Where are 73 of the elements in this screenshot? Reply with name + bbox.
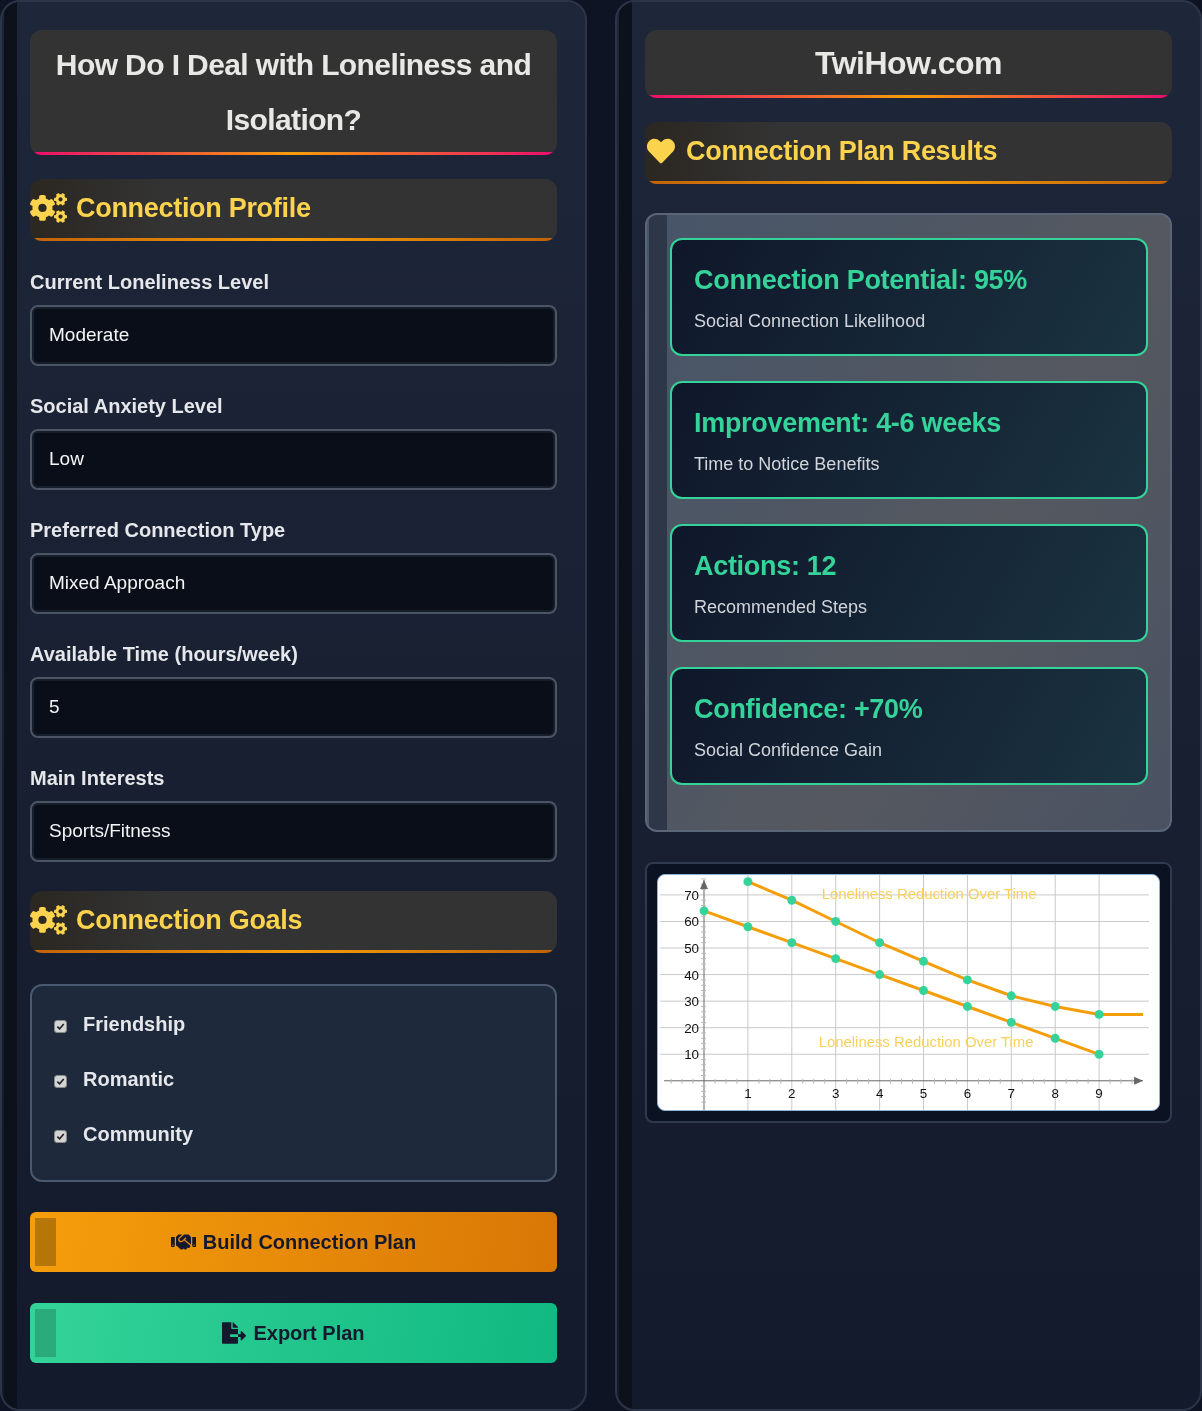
data-point xyxy=(962,1002,972,1011)
input-field[interactable]: Low xyxy=(30,429,557,490)
section-title: Connection Profile xyxy=(76,191,311,225)
section-title: Connection Goals xyxy=(76,903,303,937)
series-label: Loneliness Reduction Over Time xyxy=(821,885,1037,902)
data-point xyxy=(962,975,972,985)
data-point xyxy=(1050,1002,1060,1011)
gears-icon xyxy=(30,192,67,223)
result-value: Improvement: 4-6 weeks xyxy=(694,407,1003,440)
page-title: How Do I Deal with Loneliness and Isolation? xyxy=(54,47,533,138)
input-field[interactable]: 5 xyxy=(30,677,557,738)
result-caption: Social Confidence Gain xyxy=(694,739,884,762)
tick-label: 9 xyxy=(1095,1085,1103,1101)
data-point xyxy=(743,922,753,932)
input-field[interactable]: Mixed Approach xyxy=(30,553,557,614)
heart-icon xyxy=(645,136,677,165)
data-point xyxy=(1006,991,1016,1001)
tick-label: 20 xyxy=(684,1020,700,1036)
result-caption: Recommended Steps xyxy=(694,596,869,619)
action-button[interactable]: Build Connection Plan xyxy=(30,1212,557,1272)
result-caption: Social Connection Likelihood xyxy=(694,310,927,333)
input-field[interactable]: Sports/Fitness xyxy=(30,801,557,862)
file-export-icon xyxy=(222,1322,247,1344)
data-point xyxy=(875,938,885,948)
tick-label: 30 xyxy=(684,994,700,1010)
data-point xyxy=(875,970,885,980)
tick-label: 40 xyxy=(684,967,700,983)
tick-label: 10 xyxy=(684,1047,700,1063)
checkbox[interactable] xyxy=(54,1075,67,1088)
checkbox-label: Romantic xyxy=(83,1067,175,1092)
tick-label: 8 xyxy=(1051,1085,1059,1101)
field-label: Main Interests xyxy=(30,766,166,790)
checkbox-label: Community xyxy=(83,1122,193,1147)
data-point xyxy=(1094,1009,1104,1019)
data-point xyxy=(919,956,928,966)
field-label: Current Loneliness Level xyxy=(30,270,270,294)
checkbox[interactable] xyxy=(54,1020,67,1033)
series-label: Loneliness Reduction Over Time xyxy=(818,1033,1034,1050)
tick-label: 5 xyxy=(919,1085,928,1101)
data-point xyxy=(743,877,753,887)
data-point xyxy=(699,906,709,916)
checkbox-label: Friendship xyxy=(83,1012,186,1037)
field-label: Available Time (hours/week) xyxy=(30,642,299,666)
tick-label: 60 xyxy=(684,914,700,930)
data-point xyxy=(787,938,797,948)
checkbox[interactable] xyxy=(54,1130,67,1143)
tick-label: 4 xyxy=(875,1085,884,1101)
data-point xyxy=(787,895,797,905)
input-field[interactable]: Moderate xyxy=(30,305,557,366)
tick-label: 7 xyxy=(1007,1085,1016,1101)
tick-label: 1 xyxy=(744,1085,752,1101)
gears-icon xyxy=(30,904,67,935)
data-point xyxy=(831,954,841,964)
data-point xyxy=(1094,1049,1104,1059)
data-point xyxy=(831,917,841,926)
field-label: Social Anxiety Level xyxy=(30,394,224,418)
action-button[interactable]: Export Plan xyxy=(30,1303,557,1363)
tick-label: 70 xyxy=(684,887,700,903)
result-value: Actions: 12 xyxy=(694,550,838,583)
data-point xyxy=(1006,1017,1016,1027)
tick-label: 6 xyxy=(963,1085,972,1101)
section-title: Connection Plan Results xyxy=(686,134,998,168)
data-point xyxy=(1050,1033,1060,1043)
tick-label: 2 xyxy=(788,1085,796,1101)
site-title: TwiHow.com xyxy=(815,43,1002,83)
result-value: Confidence: +70% xyxy=(694,693,924,726)
tick-label: 3 xyxy=(832,1085,840,1101)
handshake-icon xyxy=(170,1232,196,1252)
field-label: Preferred Connection Type xyxy=(30,518,287,542)
tick-label: 50 xyxy=(684,941,700,956)
result-value: Connection Potential: 95% xyxy=(694,264,1029,297)
result-caption: Time to Notice Benefits xyxy=(694,453,881,476)
data-point xyxy=(919,986,928,995)
